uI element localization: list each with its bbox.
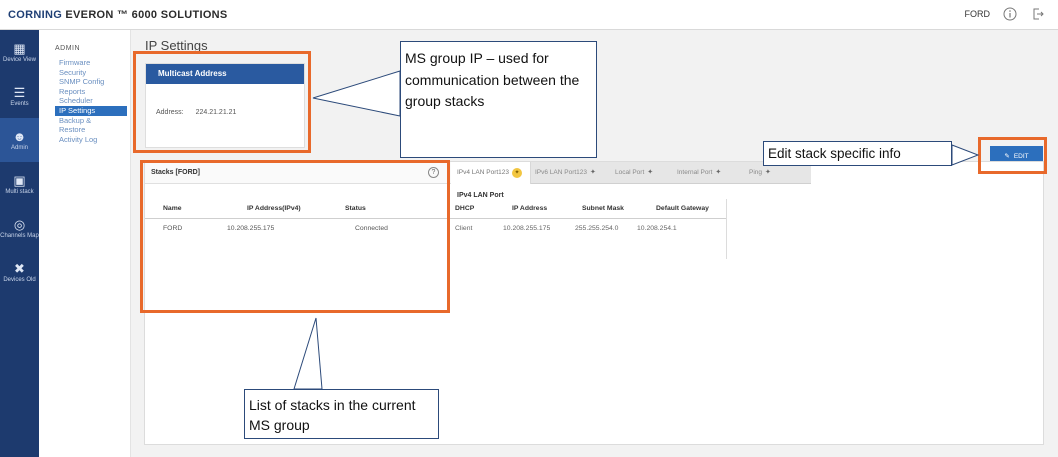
submenu-item-reports[interactable]: Reports (55, 87, 127, 97)
sidebar-item-device-view[interactable]: ▦ Device View (0, 30, 39, 74)
sidebar-item-label: Channels Map (0, 232, 39, 239)
left-sidebar: ▦ Device View ☰ Events ☻ Admin ▣ Multi s… (0, 30, 39, 457)
submenu-item-restore[interactable]: Restore (55, 125, 127, 135)
edit-callout: Edit stack specific info (763, 141, 952, 166)
submenu-item-snmp-config[interactable]: SNMP Config (55, 77, 127, 87)
tab-internal-port[interactable]: Internal Port ✦ (677, 162, 721, 184)
grid-icon: ▦ (13, 40, 26, 56)
stacks-highlight-box (140, 160, 450, 313)
top-right-controls: FORD (965, 6, 1047, 22)
sidebar-item-label: Device View (3, 56, 36, 63)
sidebar-item-devices-old[interactable]: ✖ Devices Old (0, 250, 39, 294)
cell-gateway: 10.208.254.1 (637, 225, 677, 232)
port-tabs: IPv4 LAN Port123 ✦ IPv6 LAN Port123 ✦ Lo… (451, 162, 811, 184)
stacks-callout-text: List of stacks in the current MS group (249, 397, 416, 433)
admin-submenu: ADMIN Firmware Security SNMP Config Repo… (39, 30, 131, 457)
brand-primary: CORNING (8, 9, 63, 21)
col-gateway: Default Gateway (656, 205, 709, 212)
sidebar-item-admin[interactable]: ☻ Admin (0, 118, 39, 162)
sidebar-item-label: Multi stack (5, 188, 34, 195)
tab-label: Ping (749, 169, 763, 176)
submenu-item-backup[interactable]: Backup & (55, 116, 127, 126)
stack-icon: ▣ (13, 172, 26, 188)
lan-table-header: DHCP IP Address Subnet Mask Default Gate… (451, 199, 726, 219)
pin-icon: ✦ (590, 169, 596, 176)
table-row[interactable]: Client 10.208.255.175 255.255.254.0 10.2… (451, 219, 726, 239)
submenu-list: Firmware Security SNMP Config Reports Sc… (55, 58, 127, 144)
sidebar-item-label: Events (10, 100, 29, 107)
lan-port-table: DHCP IP Address Subnet Mask Default Gate… (451, 199, 727, 259)
top-bar: CORNING EVERON ™ 6000 SOLUTIONS FORD (0, 0, 1058, 30)
info-icon[interactable] (1002, 6, 1018, 22)
multicast-highlight-box (133, 51, 311, 153)
multicast-callout-text: MS group IP – used for communication bet… (405, 50, 580, 109)
edit-highlight-box (978, 137, 1047, 174)
tab-label: Local Port (615, 169, 645, 176)
sidebar-item-channels-map[interactable]: ◎ Channels Map (0, 206, 39, 250)
tools-icon: ✖ (14, 260, 25, 276)
stacks-callout: List of stacks in the current MS group (244, 389, 439, 439)
submenu-item-scheduler[interactable]: Scheduler (55, 96, 127, 106)
pin-icon: ✦ (715, 169, 722, 176)
lan-port-title: IPv4 LAN Port (457, 192, 504, 199)
pin-icon: ✦ (512, 168, 523, 178)
sidebar-item-multi-stack[interactable]: ▣ Multi stack (0, 162, 39, 206)
submenu-item-ip-settings[interactable]: IP Settings (55, 105, 127, 116)
submenu-heading: ADMIN (55, 45, 81, 52)
cell-lan-ip: 10.208.255.175 (503, 225, 551, 232)
target-icon: ◎ (13, 216, 26, 232)
cell-subnet: 255.255.254.0 (575, 225, 619, 232)
user-label[interactable]: FORD (965, 9, 991, 19)
col-dhcp: DHCP (455, 205, 475, 212)
list-icon: ☰ (13, 84, 26, 100)
sidebar-item-label: Devices Old (3, 276, 36, 283)
pin-icon: ✦ (647, 169, 654, 176)
col-subnet: Subnet Mask (582, 205, 624, 212)
person-icon: ☻ (12, 128, 27, 144)
submenu-item-firmware[interactable]: Firmware (55, 58, 127, 68)
cell-dhcp: Client (455, 225, 473, 232)
tab-label: IPv4 LAN Port123 (457, 169, 510, 176)
tab-ipv6-lan-port[interactable]: IPv6 LAN Port123 ✦ (535, 162, 596, 184)
multicast-callout: MS group IP – used for communication bet… (400, 41, 597, 158)
edit-callout-text: Edit stack specific info (768, 146, 901, 161)
tab-ipv4-lan-port[interactable]: IPv4 LAN Port123 ✦ (451, 162, 531, 184)
sidebar-item-events[interactable]: ☰ Events (0, 74, 39, 118)
brand-secondary: EVERON ™ 6000 SOLUTIONS (65, 9, 228, 21)
submenu-item-activity-log[interactable]: Activity Log (55, 135, 127, 145)
col-lan-ip: IP Address (512, 205, 548, 212)
tab-label: Internal Port (677, 169, 713, 176)
logout-icon[interactable] (1030, 6, 1046, 22)
brand-logo: CORNING EVERON ™ 6000 SOLUTIONS (8, 9, 228, 21)
sidebar-item-label: Admin (10, 144, 28, 151)
submenu-item-security[interactable]: Security (55, 68, 127, 78)
tab-local-port[interactable]: Local Port ✦ (615, 162, 653, 184)
tab-label: IPv6 LAN Port123 (535, 169, 588, 176)
